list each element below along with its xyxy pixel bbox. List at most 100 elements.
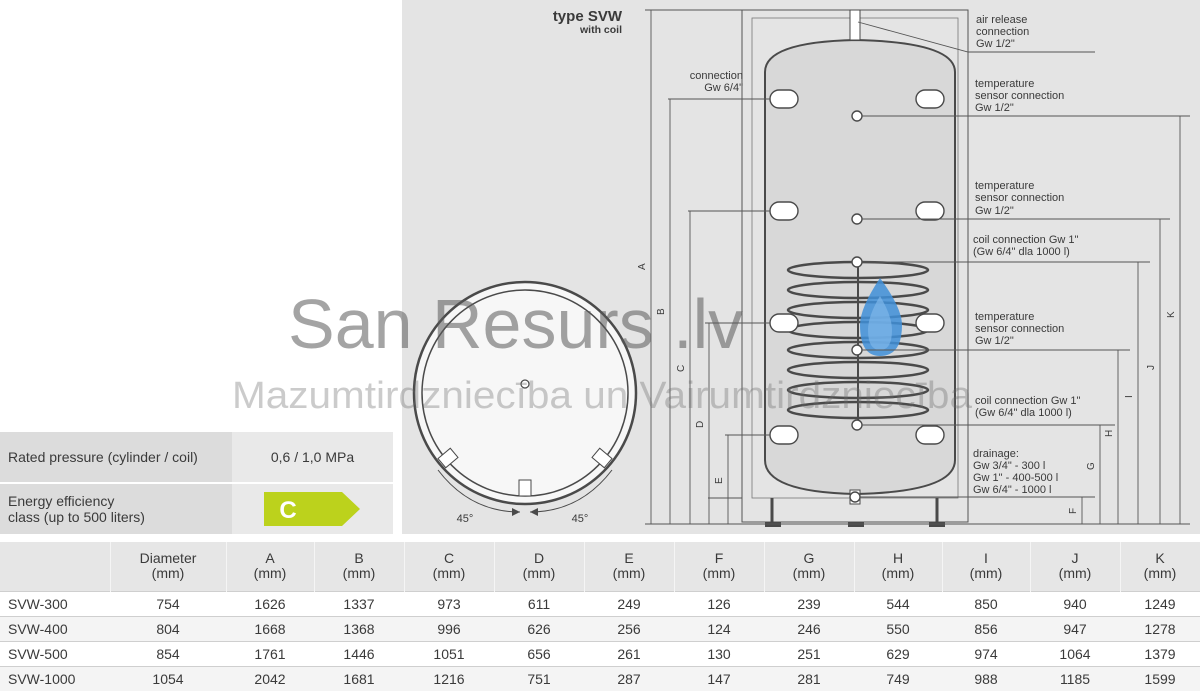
dimension-cell: 2042 xyxy=(226,665,314,691)
dimension-cell: 1216 xyxy=(404,665,494,691)
annotation-coil-connection-1: coil connection Gw 1" (Gw 6/4" dla 1000 … xyxy=(973,234,1078,258)
dimension-cell: 1064 xyxy=(1030,640,1120,666)
dimension-cell: 988 xyxy=(942,665,1030,691)
specifications: Rated pressure (cylinder / coil) 0,6 / 1… xyxy=(0,432,393,534)
watermark-line-2: Mazumtirdzniecība un Vairumtirdzniecība xyxy=(232,375,973,417)
dimension-cell: 996 xyxy=(404,615,494,641)
dimension-cell: 1626 xyxy=(226,590,314,616)
diagram-title: type SVW xyxy=(553,8,623,25)
svg-text:sensor connection: sensor connection xyxy=(975,323,1064,335)
dimension-cell: 850 xyxy=(942,590,1030,616)
dim-letter-h: H xyxy=(1104,430,1115,437)
dim-letter-i: I xyxy=(1124,395,1135,398)
dimension-cell: 854 xyxy=(110,640,226,666)
energy-class-badge: C xyxy=(264,492,360,526)
dimension-cell: 1761 xyxy=(226,640,314,666)
svg-text:temperature: temperature xyxy=(975,180,1034,192)
dimension-cell: 749 xyxy=(854,665,942,691)
dimension-cell: 1054 xyxy=(110,665,226,691)
svg-text:coil connection Gw 1": coil connection Gw 1" xyxy=(973,234,1078,246)
dim-letter-j: J xyxy=(1146,365,1157,370)
svg-text:air release: air release xyxy=(976,14,1027,26)
dimension-cell: 130 xyxy=(674,640,764,666)
column-header: F (mm) xyxy=(674,542,765,591)
table-row: SVW-500 854 1761 1446 1051 656 261 130 251 629 974… xyxy=(0,640,1200,666)
svg-text:temperature: temperature xyxy=(975,78,1034,90)
dimension-cell: 287 xyxy=(584,665,674,691)
dimension-cell: 1379 xyxy=(1120,640,1200,666)
column-header xyxy=(0,542,111,591)
model-name-cell: SVW-500 xyxy=(0,640,110,666)
dimension-cell: 1599 xyxy=(1120,665,1200,691)
svg-text:Gw 6/4": Gw 6/4" xyxy=(704,82,743,94)
dimension-cell: 256 xyxy=(584,615,674,641)
dimension-cell: 544 xyxy=(854,590,942,616)
dimension-cell: 124 xyxy=(674,615,764,641)
dimension-cell: 1446 xyxy=(314,640,404,666)
energy-label-line-1: Energy efficiency xyxy=(8,493,115,509)
table-row: SVW-1000 1054 2042 1681 1216 751 287 147 281 749 9… xyxy=(0,665,1200,691)
dimension-cell: 973 xyxy=(404,590,494,616)
energy-class-letter: C xyxy=(279,497,296,524)
dimensions-table: Diameter (mm) A (mm) B (mm) C (mm) D (mm) E (mm) F (m… xyxy=(0,542,1200,691)
dim-letter-e: E xyxy=(714,477,725,484)
svg-text:Gw 1/2": Gw 1/2" xyxy=(975,102,1014,114)
svg-text:Gw 1/2": Gw 1/2" xyxy=(975,335,1014,347)
energy-efficiency-label: Energy efficiency class (up to 500 liter… xyxy=(0,484,232,534)
angle-right-label: 45° xyxy=(572,513,589,525)
model-name-cell: SVW-1000 xyxy=(0,665,110,691)
tank xyxy=(741,9,969,527)
svg-text:Gw 3/4" - 300 l: Gw 3/4" - 300 l xyxy=(973,460,1045,472)
svg-text:Gw 1" - 400-500 l: Gw 1" - 400-500 l xyxy=(973,472,1058,484)
svg-text:temperature: temperature xyxy=(975,311,1034,323)
dimension-cell: 1051 xyxy=(404,640,494,666)
dimension-cell: 1668 xyxy=(226,615,314,641)
dimension-cell: 1278 xyxy=(1120,615,1200,641)
dimension-cell: 754 xyxy=(110,590,226,616)
rated-pressure-value: 0,6 / 1,0 MPa xyxy=(232,432,393,482)
column-header: K (mm) xyxy=(1120,542,1200,591)
dimension-cell: 1185 xyxy=(1030,665,1120,691)
top-left-background xyxy=(0,0,402,430)
dim-letter-a: A xyxy=(637,263,648,270)
dim-letter-g: G xyxy=(1086,462,1097,470)
dim-letter-k: K xyxy=(1166,311,1177,318)
dimension-cell: 249 xyxy=(584,590,674,616)
dimension-cell: 611 xyxy=(494,590,584,616)
dimension-cell: 751 xyxy=(494,665,584,691)
dimension-cell: 856 xyxy=(942,615,1030,641)
table-row: SVW-400 804 1668 1368 996 626 256 124 246 550 856 9… xyxy=(0,615,1200,641)
dimension-cell: 626 xyxy=(494,615,584,641)
column-header: A (mm) xyxy=(226,542,315,591)
svg-text:Gw 1/2": Gw 1/2" xyxy=(976,38,1015,50)
column-header: J (mm) xyxy=(1030,542,1121,591)
energy-efficiency-row: Energy efficiency class (up to 500 liter… xyxy=(0,484,393,534)
rated-pressure-label: Rated pressure (cylinder / coil) xyxy=(0,432,232,482)
svg-text:sensor connection: sensor connection xyxy=(975,192,1064,204)
annotation-coil-connection-2: coil connection Gw 1" (Gw 6/4" dla 1000 … xyxy=(975,395,1080,419)
dim-letter-c: C xyxy=(676,365,687,372)
column-header: D (mm) xyxy=(494,542,585,591)
dimension-cell: 147 xyxy=(674,665,764,691)
column-header: E (mm) xyxy=(584,542,675,591)
svg-text:sensor connection: sensor connection xyxy=(975,90,1064,102)
dimension-cell: 550 xyxy=(854,615,942,641)
dimension-cell: 239 xyxy=(764,590,854,616)
model-name-cell: SVW-400 xyxy=(0,615,110,641)
dimension-cell: 251 xyxy=(764,640,854,666)
column-header: I (mm) xyxy=(942,542,1031,591)
diagram-subtitle: with coil xyxy=(579,24,622,36)
dimension-cell: 974 xyxy=(942,640,1030,666)
dimension-cell: 629 xyxy=(854,640,942,666)
column-header: C (mm) xyxy=(404,542,495,591)
watermark-line-1: San Resurs .lv xyxy=(288,285,743,363)
column-header: G (mm) xyxy=(764,542,855,591)
table-row: SVW-300 754 1626 1337 973 611 249 126 239 544 850 9… xyxy=(0,590,1200,616)
svg-text:(Gw 6/4" dla 1000 l): (Gw 6/4" dla 1000 l) xyxy=(975,407,1072,419)
svg-text:connection: connection xyxy=(976,26,1029,38)
dimension-cell: 1249 xyxy=(1120,590,1200,616)
dimension-cell: 1337 xyxy=(314,590,404,616)
dimension-cell: 947 xyxy=(1030,615,1120,641)
rated-pressure-row: Rated pressure (cylinder / coil) 0,6 / 1… xyxy=(0,432,393,482)
table-header-row: Diameter (mm) A (mm) B (mm) C (mm) D (mm) E (mm) F (m… xyxy=(0,542,1200,591)
